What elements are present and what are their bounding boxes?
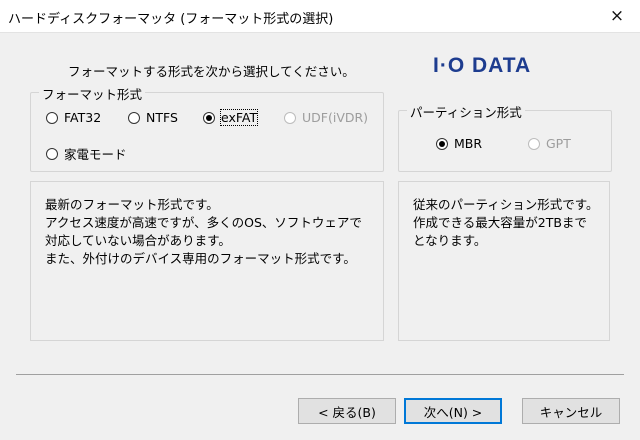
radio-selected-icon [436,137,448,150]
separator-line [16,374,624,375]
radio-label: NTFS [146,110,178,125]
partition-type-legend: パーティション形式 [407,102,525,121]
radio-selected-icon [203,111,215,124]
radio-label: exFAT [219,109,259,126]
title-bar: ハードディスクフォーマッタ (フォーマット形式の選択) × [0,0,640,33]
partition-description-line: 作成できる最大容量が2TBまで [413,215,587,230]
partition-description-line: となります。 [413,233,487,248]
next-button[interactable]: 次へ(N) > [404,398,502,424]
radio-button-icon [528,137,540,150]
radio-udf-ivdr: UDF(iVDR) [284,110,368,125]
radio-button-icon [46,147,58,160]
cancel-button[interactable]: キャンセル [522,398,620,424]
partition-description-line: 従来のパーティション形式です。 [413,197,599,212]
radio-gpt: GPT [528,136,571,151]
format-description-line: また、外付けのデバイス専用のフォーマット形式です。 [45,251,356,266]
format-description-box: 最新のフォーマット形式です。 アクセス速度が高速ですが、多くのOS、ソフトウェア… [30,181,384,341]
radio-label: UDF(iVDR) [302,110,369,125]
close-icon[interactable]: × [594,0,640,32]
radio-button-icon [284,111,296,124]
radio-label: FAT32 [64,110,102,125]
radio-button-icon [128,111,140,124]
radio-fat32[interactable]: FAT32 [46,110,101,125]
back-button[interactable]: < 戻る(B) [298,398,396,424]
radio-label: 家電モード [64,147,127,162]
partition-type-group: パーティション形式 [398,102,612,172]
radio-label: GPT [546,136,571,151]
format-type-legend: フォーマット形式 [39,84,146,103]
radio-label: MBR [454,136,483,151]
radio-ntfs[interactable]: NTFS [128,110,178,125]
format-description-line: 最新のフォーマット形式です。 [45,197,219,212]
radio-exfat[interactable]: exFAT [203,109,259,126]
radio-button-icon [46,111,58,124]
partition-description-box: 従来のパーティション形式です。 作成できる最大容量が2TBまで となります。 [398,181,610,341]
format-dialog: ハードディスクフォーマッタ (フォーマット形式の選択) × フォーマットする形式… [0,0,640,440]
iodata-logo: I·O DATA [433,54,532,77]
format-description-line: 対応していない場合があります。 [45,233,231,248]
window-title: ハードディスクフォーマッタ (フォーマット形式の選択) [8,12,334,27]
radio-kaden-mode[interactable]: 家電モード [46,144,127,163]
radio-mbr[interactable]: MBR [436,136,482,151]
format-description-line: アクセス速度が高速ですが、多くのOS、ソフトウェアで [45,215,362,230]
instruction-text: フォーマットする形式を次から選択してください。 [68,64,355,79]
